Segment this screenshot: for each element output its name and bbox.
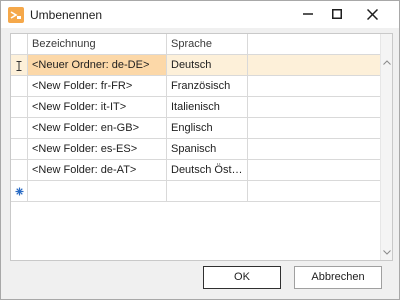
table-row[interactable]: <New Folder: es-ES> Spanisch	[11, 139, 381, 160]
window-title: Umbenennen	[30, 8, 103, 22]
vertical-scrollbar[interactable]	[380, 34, 392, 260]
grid-header: Bezeichnung Sprache	[11, 34, 392, 55]
cell-name[interactable]: <New Folder: de-AT>	[28, 160, 167, 180]
scroll-up-button[interactable]	[383, 58, 391, 66]
maximize-icon	[332, 9, 342, 19]
cell-name[interactable]: <New Folder: it-IT>	[28, 97, 167, 117]
close-button[interactable]	[355, 1, 389, 27]
chevron-down-icon	[383, 249, 391, 255]
row-selector[interactable]	[11, 76, 28, 97]
cell-language[interactable]: Deutsch Öst…	[167, 160, 248, 180]
table-row[interactable]: <New Folder: fr-FR> Französisch	[11, 76, 381, 97]
cell-name[interactable]: <New Folder: en-GB>	[28, 118, 167, 138]
cell-name[interactable]: <New Folder: fr-FR>	[28, 76, 167, 96]
cell-name[interactable]: <New Folder: es-ES>	[28, 139, 167, 159]
cell-language[interactable]: Deutsch	[167, 55, 248, 75]
column-header-sprache[interactable]: Sprache	[167, 34, 248, 54]
new-cell-name[interactable]	[28, 181, 167, 201]
close-icon	[366, 8, 378, 20]
cell-language[interactable]: Französisch	[167, 76, 248, 96]
row-selector[interactable]	[11, 97, 28, 118]
new-cell-language[interactable]	[167, 181, 248, 201]
rename-folder-icon	[8, 7, 24, 23]
ok-button[interactable]: OK	[203, 266, 281, 289]
minimize-icon	[303, 13, 313, 15]
chevron-up-icon	[383, 59, 391, 65]
scroll-down-button[interactable]	[383, 248, 391, 256]
table-row[interactable]: <New Folder: it-IT> Italienisch	[11, 97, 381, 118]
row-selector[interactable]	[11, 181, 28, 202]
row-selector[interactable]	[11, 118, 28, 139]
column-header-bezeichnung[interactable]: Bezeichnung	[28, 34, 167, 54]
new-row[interactable]	[11, 181, 381, 202]
cell-name[interactable]: <Neuer Ordner: de-DE>	[28, 55, 167, 75]
table-row[interactable]: <Neuer Ordner: de-DE> Deutsch	[11, 55, 381, 76]
translation-grid[interactable]: Bezeichnung Sprache <Neuer Ordner: de-DE…	[10, 33, 393, 261]
title-bar[interactable]: Umbenennen	[1, 1, 399, 28]
header-corner	[11, 34, 28, 54]
rename-dialog: Umbenennen Bezeichnung Sprache <Neuer Or…	[0, 0, 400, 300]
table-row[interactable]: <New Folder: en-GB> Englisch	[11, 118, 381, 139]
cancel-button[interactable]: Abbrechen	[294, 266, 382, 289]
maximize-button[interactable]	[320, 1, 354, 27]
cell-language[interactable]: Spanisch	[167, 139, 248, 159]
row-selector[interactable]	[11, 139, 28, 160]
row-selector[interactable]	[11, 55, 28, 76]
text-cursor-icon	[16, 60, 22, 71]
cell-language[interactable]: Italienisch	[167, 97, 248, 117]
table-row[interactable]: <New Folder: de-AT> Deutsch Öst…	[11, 160, 381, 181]
new-row-icon	[15, 187, 23, 196]
cell-language[interactable]: Englisch	[167, 118, 248, 138]
row-selector[interactable]	[11, 160, 28, 181]
